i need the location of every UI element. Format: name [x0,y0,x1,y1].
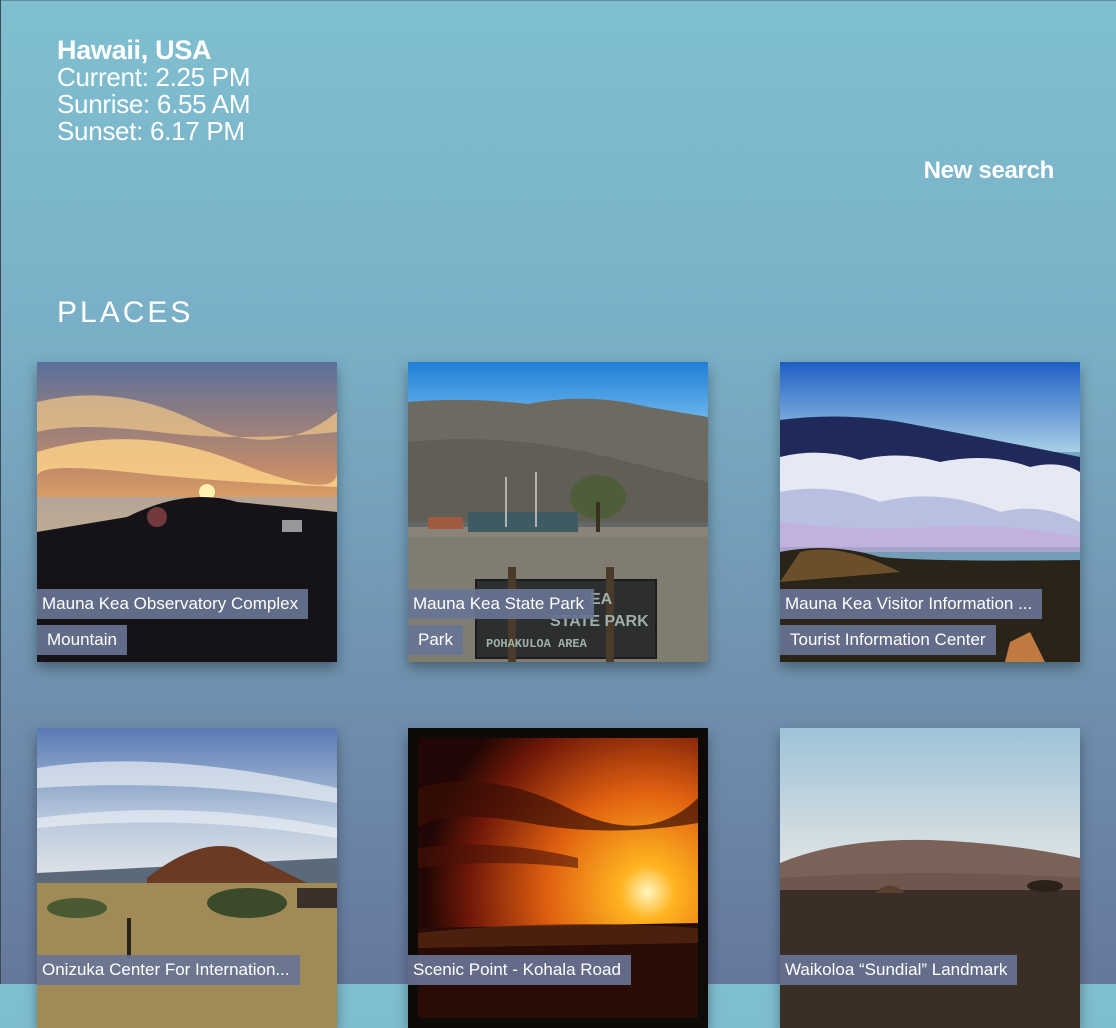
sunset-time: Sunset: 6.17 PM [57,116,245,146]
place-type: Tourist Information Center [780,625,996,655]
place-type: Mountain [37,625,127,655]
place-card[interactable]: Mauna Kea Observatory Complex Mountain [37,362,337,662]
place-card[interactable]: Mauna Kea Visitor Information ... Touris… [780,362,1080,662]
window-top-border [0,0,1116,1]
place-name: Scenic Point - Kohala Road [408,955,631,985]
places-heading: PLACES [57,296,194,329]
place-card[interactable]: Waikoloa “Sundial” Landmark [780,728,1080,1028]
new-search-link[interactable]: New search [924,157,1055,185]
window-left-border [0,0,1,984]
place-name: Mauna Kea State Park [408,589,595,619]
place-name: Onizuka Center For Internation... [37,955,300,985]
sunrise-time: Sunrise: 6.55 AM [57,89,251,119]
place-name: Mauna Kea Visitor Information ... [780,589,1043,619]
place-card[interactable]: EA STATE PARK POHAKULOA AREA Mauna Kea S… [408,362,708,662]
place-card[interactable]: Onizuka Center For Internation... [37,728,337,1028]
place-type: Park [408,625,463,655]
location-name: Hawaii, USA [57,35,212,65]
place-card[interactable]: Scenic Point - Kohala Road [408,728,708,1028]
place-name: Waikoloa “Sundial” Landmark [780,955,1018,985]
sign-text-line3: POHAKULOA AREA [486,637,588,651]
place-name: Mauna Kea Observatory Complex [37,589,309,619]
location-header: Hawaii, USA Current: 2.25 PM Sunrise: 6.… [57,35,251,146]
current-time: Current: 2.25 PM [57,62,251,92]
